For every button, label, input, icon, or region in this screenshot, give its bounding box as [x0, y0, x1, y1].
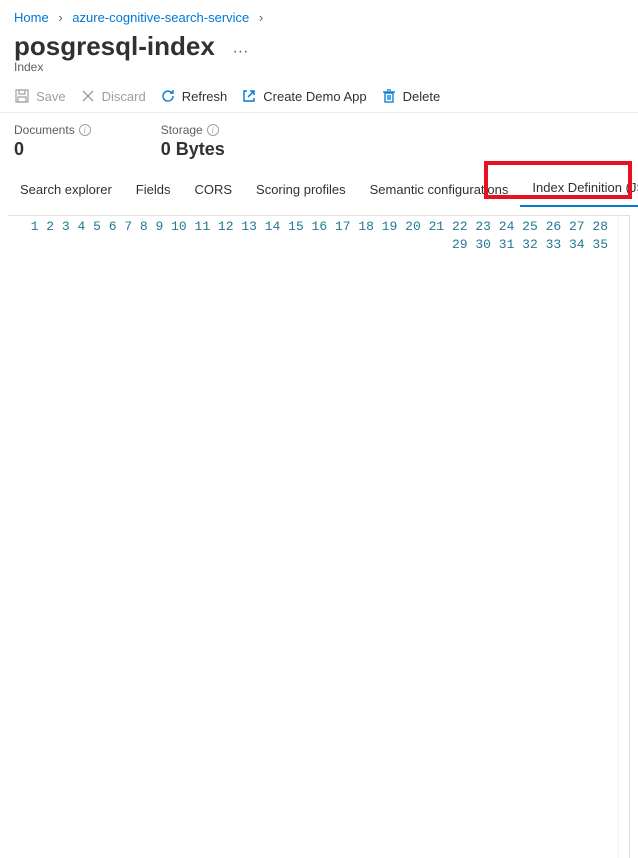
- discard-label: Discard: [102, 89, 146, 104]
- chevron-right-icon: ›: [58, 10, 62, 25]
- tab-search-explorer[interactable]: Search explorer: [8, 172, 124, 207]
- info-icon[interactable]: i: [207, 124, 219, 136]
- code-content[interactable]: { "name": "posgresql-index", "fields": […: [619, 216, 629, 858]
- stats-row: Documents i 0 Storage i 0 Bytes: [0, 113, 638, 170]
- create-demo-label: Create Demo App: [263, 89, 366, 104]
- breadcrumb-service[interactable]: azure-cognitive-search-service: [72, 10, 249, 25]
- toolbar: Save Discard Refresh Create Demo App Del…: [0, 78, 638, 113]
- save-icon: [14, 88, 30, 104]
- refresh-button[interactable]: Refresh: [160, 88, 228, 104]
- stat-storage: Storage i 0 Bytes: [161, 123, 225, 160]
- tab-index-definition[interactable]: Index Definition (JSON): [520, 170, 638, 207]
- refresh-icon: [160, 88, 176, 104]
- delete-label: Delete: [403, 89, 441, 104]
- tab-scoring-profiles[interactable]: Scoring profiles: [244, 172, 358, 207]
- stat-documents: Documents i 0: [14, 123, 91, 160]
- page-header: posgresql-index ··· Index: [0, 31, 638, 78]
- chevron-right-icon: ›: [259, 10, 263, 25]
- breadcrumb-home[interactable]: Home: [14, 10, 49, 25]
- info-icon[interactable]: i: [79, 124, 91, 136]
- documents-label: Documents: [14, 123, 75, 137]
- tab-semantic-configurations[interactable]: Semantic configurations: [358, 172, 521, 207]
- save-button[interactable]: Save: [14, 88, 66, 104]
- delete-button[interactable]: Delete: [381, 88, 441, 104]
- line-gutter: 1 2 3 4 5 6 7 8 9 10 11 12 13 14 15 16 1…: [8, 216, 619, 858]
- page-title: posgresql-index: [14, 31, 215, 62]
- refresh-label: Refresh: [182, 89, 228, 104]
- storage-value: 0 Bytes: [161, 139, 225, 160]
- discard-icon: [80, 88, 96, 104]
- tab-fields[interactable]: Fields: [124, 172, 183, 207]
- save-label: Save: [36, 89, 66, 104]
- create-demo-button[interactable]: Create Demo App: [241, 88, 366, 104]
- code-editor[interactable]: 1 2 3 4 5 6 7 8 9 10 11 12 13 14 15 16 1…: [8, 215, 630, 858]
- delete-icon: [381, 88, 397, 104]
- breadcrumb: Home › azure-cognitive-search-service ›: [0, 0, 638, 31]
- storage-label: Storage: [161, 123, 203, 137]
- page-subtitle: Index: [14, 60, 624, 74]
- tab-cors[interactable]: CORS: [182, 172, 244, 207]
- more-icon[interactable]: ···: [232, 43, 248, 61]
- discard-button[interactable]: Discard: [80, 88, 146, 104]
- tab-bar: Search explorer Fields CORS Scoring prof…: [0, 170, 638, 207]
- documents-value: 0: [14, 139, 91, 160]
- external-link-icon: [241, 88, 257, 104]
